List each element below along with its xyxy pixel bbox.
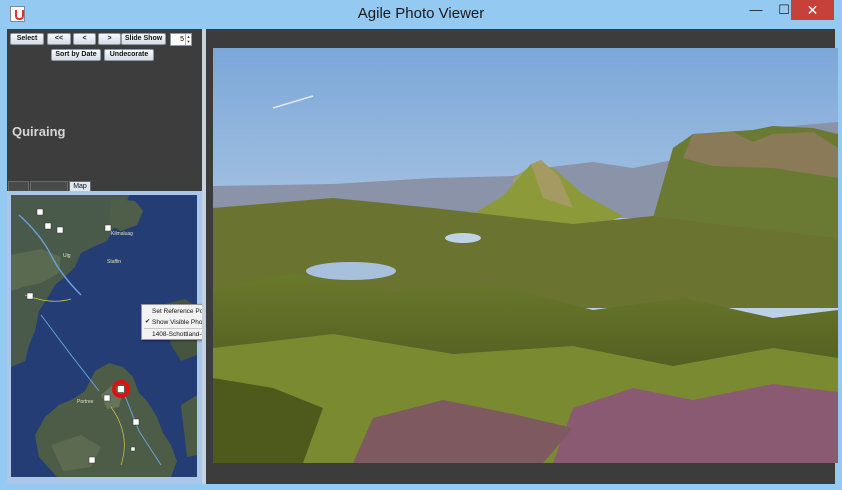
photo-marker[interactable]: [26, 292, 34, 300]
photo-marker[interactable]: [44, 222, 52, 230]
first-button[interactable]: <<: [47, 33, 71, 45]
previous-button[interactable]: <: [73, 33, 96, 45]
checkmark-icon: ✔: [145, 319, 151, 325]
location-title: Quiraing: [12, 124, 66, 139]
photo-marker[interactable]: [132, 418, 140, 426]
interval-value: 5: [180, 36, 184, 43]
photo-marker[interactable]: [103, 394, 111, 402]
tab-2[interactable]: [30, 181, 68, 191]
select-button[interactable]: Select: [10, 33, 44, 45]
close-button[interactable]: ✕: [791, 0, 834, 20]
map-label-portree: Portree: [77, 399, 94, 405]
selected-photo-marker-center: [118, 386, 124, 392]
map-label-kilmaluag: Kilmaluag: [111, 231, 133, 237]
slideshow-interval-stepper[interactable]: 5 ▲ ▼: [170, 33, 192, 46]
photo-image[interactable]: [213, 48, 838, 463]
title-bar[interactable]: Agile Photo Viewer — ☐ ✕: [0, 0, 842, 29]
stepper-arrows-icon[interactable]: ▲ ▼: [185, 34, 191, 45]
map-label-staffin: Staffin: [107, 259, 121, 265]
window-title: Agile Photo Viewer: [357, 5, 485, 22]
photo-marker[interactable]: [88, 456, 96, 464]
client-area: Select << < > Slide Show 5 ▲ ▼ Sort by Da…: [7, 29, 838, 484]
tab-map[interactable]: Map: [69, 181, 91, 191]
next-button[interactable]: >: [98, 33, 121, 45]
map-label-uig: Uig: [63, 253, 71, 259]
photo-panel: [206, 29, 838, 484]
slideshow-button[interactable]: Slide Show: [121, 33, 166, 45]
left-panel: Select << < > Slide Show 5 ▲ ▼ Sort by Da…: [7, 29, 241, 484]
undecorate-button[interactable]: Undecorate: [104, 49, 154, 61]
tab-1[interactable]: [8, 181, 29, 191]
photo-marker[interactable]: [104, 224, 112, 232]
sort-by-date-button[interactable]: Sort by Date: [51, 49, 101, 61]
minimize-button[interactable]: —: [742, 0, 770, 20]
photo-marker[interactable]: [36, 208, 44, 216]
photo-marker[interactable]: [56, 226, 64, 234]
photo-marker[interactable]: [130, 446, 136, 452]
app-window: Agile Photo Viewer — ☐ ✕ Select << < > S…: [0, 0, 842, 490]
